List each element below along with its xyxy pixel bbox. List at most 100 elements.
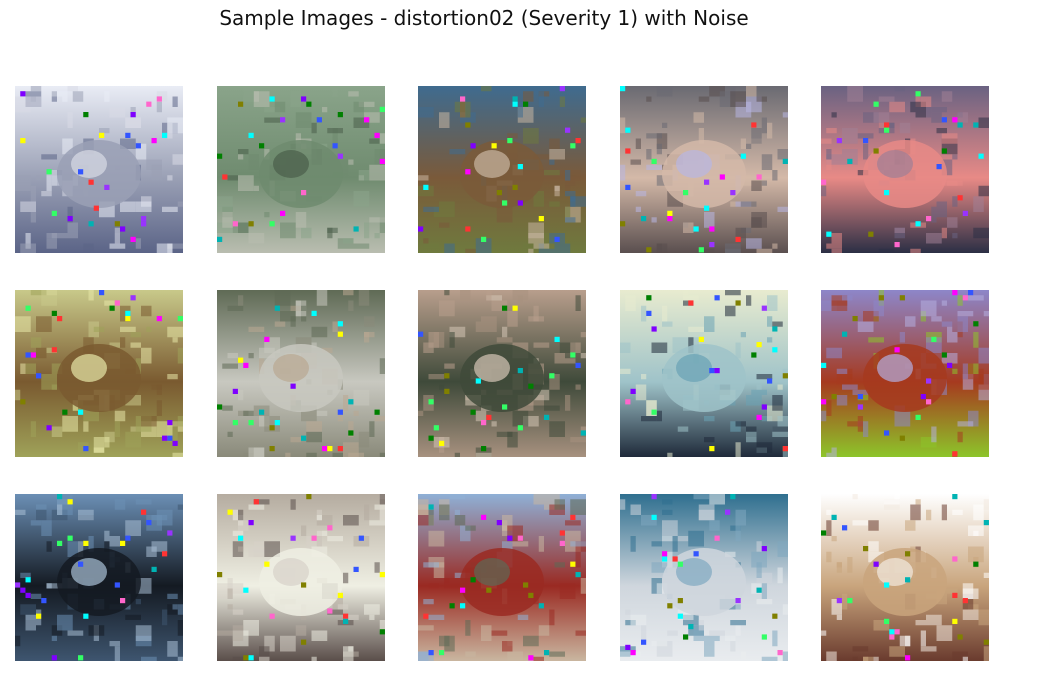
noise-pixel <box>51 655 57 661</box>
noise-pixel <box>248 520 254 526</box>
animals-image <box>216 290 385 457</box>
noise-pixel <box>677 613 683 619</box>
noise-pixel <box>517 368 523 374</box>
noise-pixel <box>120 540 126 546</box>
noise-pixel <box>941 148 947 154</box>
noise-pixel <box>51 310 57 316</box>
noise-pixel <box>782 158 788 164</box>
noise-pixel <box>771 326 777 332</box>
noise-pixel <box>67 535 73 541</box>
noise-pixel <box>528 655 534 661</box>
noise-pixel <box>952 494 958 500</box>
noise-pixel <box>156 96 162 102</box>
noise-pixel <box>619 86 625 92</box>
noise-pixel <box>20 587 26 593</box>
noise-pixel <box>952 117 958 123</box>
noise-pixel <box>517 200 523 206</box>
noise-pixel <box>78 561 84 567</box>
noise-pixel <box>353 226 359 232</box>
noise-pixel <box>575 362 581 368</box>
noise-pixel <box>517 425 523 431</box>
noise-pixel <box>439 440 445 446</box>
sample-image-lamp <box>821 494 989 661</box>
noise-pixel <box>439 650 445 656</box>
noise-pixel <box>481 514 487 520</box>
noise-pixel <box>67 499 73 505</box>
noise-pixel <box>873 148 879 154</box>
noise-pixel <box>374 409 380 415</box>
noise-pixel <box>326 608 332 614</box>
noise-pixel <box>666 216 672 222</box>
noise-pixel <box>517 164 523 170</box>
noise-pixel <box>167 530 173 536</box>
noise-pixel <box>470 143 476 149</box>
noise-pixel <box>645 247 651 253</box>
noise-pixel <box>651 494 657 500</box>
noise-pixel <box>216 404 222 410</box>
noise-pixel <box>724 509 730 515</box>
noise-pixel <box>347 399 353 405</box>
noise-pixel <box>756 587 762 593</box>
noise-pixel <box>624 127 630 133</box>
noise-pixel <box>353 566 359 572</box>
noise-pixel <box>868 231 874 237</box>
noise-pixel <box>884 430 890 436</box>
noise-pixel <box>677 561 683 567</box>
noise-pixel <box>703 205 709 211</box>
noise-pixel <box>947 362 953 368</box>
noise-pixel <box>337 592 343 598</box>
noise-pixel <box>973 321 979 327</box>
noise-pixel <box>693 551 699 557</box>
noise-pixel <box>973 122 979 128</box>
noise-pixel <box>926 399 932 405</box>
noise-pixel <box>873 101 879 107</box>
rocket-launch-image <box>619 494 788 661</box>
noise-pixel <box>347 430 353 436</box>
noise-pixel <box>379 629 385 635</box>
noise-pixel <box>305 494 311 500</box>
noise-pixel <box>857 394 863 400</box>
noise-pixel <box>449 603 455 609</box>
noise-pixel <box>565 127 571 133</box>
noise-pixel <box>575 138 581 144</box>
noise-pixel <box>326 525 332 531</box>
noise-pixel <box>300 639 306 645</box>
noise-pixel <box>237 101 243 107</box>
noise-pixel <box>889 629 895 635</box>
noise-pixel <box>465 122 471 128</box>
noise-pixel <box>172 440 178 446</box>
noise-pixel <box>78 169 84 175</box>
noise-pixel <box>57 540 63 546</box>
sample-image-apples <box>821 290 989 457</box>
noise-pixel <box>926 216 932 222</box>
noise-pixel <box>847 598 853 604</box>
noise-pixel <box>538 216 544 222</box>
noise-pixel <box>666 210 672 216</box>
apples-image <box>821 290 989 457</box>
noise-pixel <box>326 446 332 452</box>
noise-pixel <box>481 446 487 452</box>
noise-pixel <box>465 169 471 175</box>
noise-pixel <box>884 122 890 128</box>
noise-pixel <box>624 399 630 405</box>
noise-pixel <box>300 96 306 102</box>
noise-pixel <box>78 655 84 661</box>
noise-pixel <box>750 352 756 358</box>
sample-image-ship <box>15 86 183 253</box>
noise-pixel <box>968 290 974 296</box>
noise-pixel <box>162 435 168 441</box>
noise-pixel <box>899 295 905 301</box>
noise-pixel <box>559 530 565 536</box>
noise-pixel <box>821 399 827 405</box>
noise-pixel <box>957 634 963 640</box>
noise-pixel <box>771 347 777 353</box>
noise-pixel <box>983 520 989 526</box>
noise-pixel <box>57 316 63 322</box>
noise-pixel <box>114 300 120 306</box>
noise-pixel <box>88 221 94 227</box>
noise-pixel <box>78 409 84 415</box>
noise-pixel <box>114 582 120 588</box>
noise-pixel <box>428 504 434 510</box>
noise-pixel <box>624 148 630 154</box>
noise-pixel <box>248 221 254 227</box>
